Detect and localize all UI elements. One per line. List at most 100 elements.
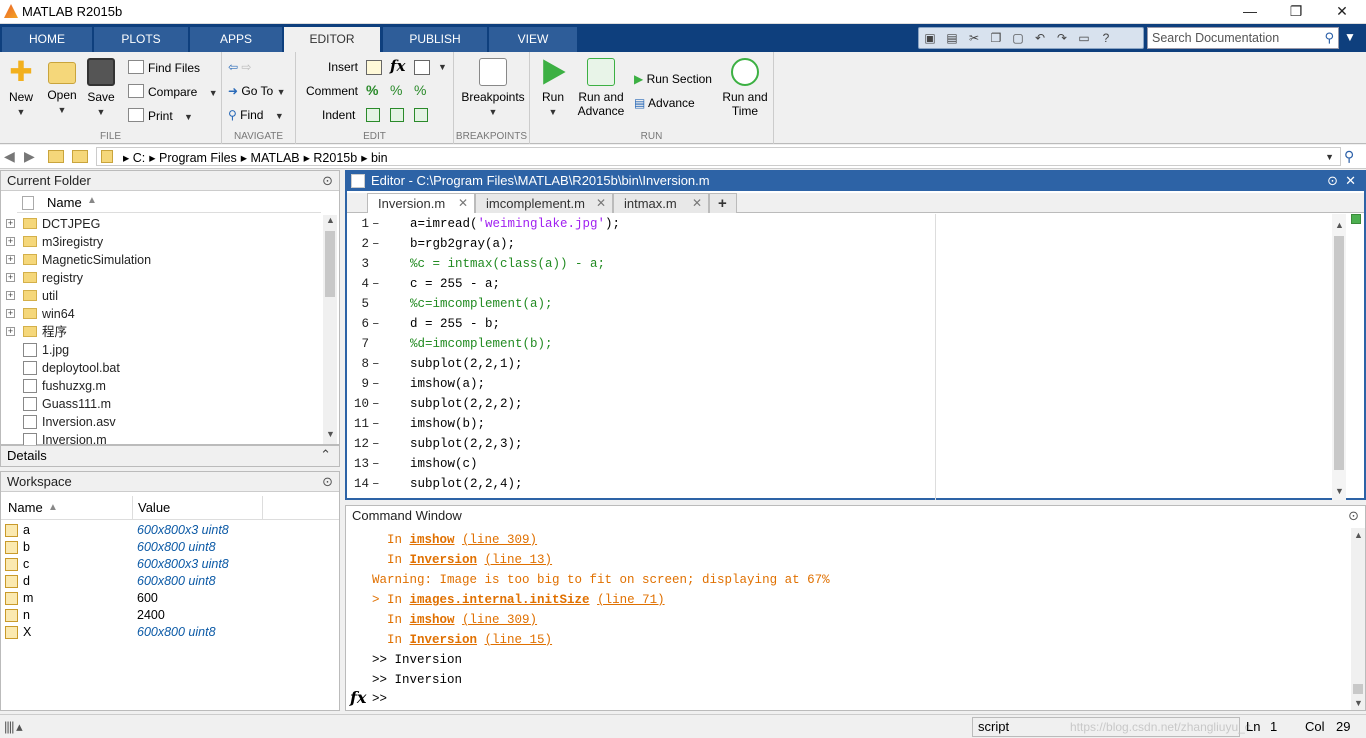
tab-publish[interactable]: PUBLISH bbox=[383, 27, 487, 52]
details-panel[interactable]: Details ⌃ bbox=[0, 445, 340, 467]
breakpoints-button[interactable]: Breakpoints ▼ bbox=[460, 58, 526, 119]
command-prompt[interactable]: >> bbox=[372, 689, 387, 709]
editor-tab-imcomplement[interactable]: imcomplement.m ✕ bbox=[475, 193, 613, 213]
decrease-indent-icon[interactable] bbox=[414, 108, 428, 122]
breakpoint-marker[interactable]: – bbox=[372, 214, 380, 234]
folder-list-item[interactable]: Guass111.m bbox=[1, 395, 321, 413]
new-tab-button[interactable]: + bbox=[709, 193, 737, 213]
breadcrumb-item[interactable]: bin bbox=[371, 151, 388, 165]
panel-menu-icon[interactable]: ⊙ bbox=[322, 173, 333, 189]
breakpoint-marker[interactable]: – bbox=[372, 354, 380, 374]
close-icon[interactable]: ✕ bbox=[1345, 173, 1356, 189]
output-link[interactable]: (line 13) bbox=[485, 553, 553, 567]
comment-percent-icon[interactable]: % bbox=[366, 82, 378, 98]
expand-icon[interactable]: + bbox=[6, 255, 15, 264]
insert-section-icon[interactable] bbox=[366, 60, 382, 75]
close-tab-icon[interactable]: ✕ bbox=[458, 194, 468, 213]
code-line[interactable]: 14– subplot(2,2,4); bbox=[347, 474, 1332, 494]
breakpoint-marker[interactable]: – bbox=[372, 274, 380, 294]
breadcrumb-item[interactable]: R2015b bbox=[313, 151, 357, 165]
scrollbar-thumb[interactable] bbox=[1334, 236, 1344, 470]
back-icon[interactable]: ◀ bbox=[4, 148, 15, 165]
folder-list-item[interactable]: + DCTJPEG bbox=[1, 215, 321, 233]
column-name[interactable]: Name bbox=[8, 500, 43, 515]
expand-icon[interactable]: ⌃ bbox=[320, 447, 331, 463]
workspace-row[interactable]: a 600x800x3 uint8 bbox=[1, 522, 339, 539]
command-scrollbar[interactable]: ▲ ▼ bbox=[1351, 528, 1365, 710]
redo-icon[interactable]: ↷ bbox=[1052, 29, 1072, 47]
increase-indent-icon[interactable] bbox=[390, 108, 404, 122]
output-link[interactable]: images.internal.initSize bbox=[410, 593, 590, 607]
code-line[interactable]: 9– imshow(a); bbox=[347, 374, 1332, 394]
find-button[interactable]: ⚲ Find ▼ bbox=[228, 108, 284, 122]
run-and-time-button[interactable]: Run and Time bbox=[720, 58, 770, 118]
output-link[interactable]: (line 309) bbox=[462, 533, 537, 547]
advance-button[interactable]: ▤ Advance bbox=[634, 96, 695, 110]
code-line[interactable]: 10– subplot(2,2,2); bbox=[347, 394, 1332, 414]
editor-scrollbar[interactable]: ▲ ▼ bbox=[1332, 214, 1346, 500]
panel-menu-icon[interactable]: ⊙ bbox=[1348, 508, 1359, 524]
expand-icon[interactable]: + bbox=[6, 237, 15, 246]
panel-menu-icon[interactable]: ⊙ bbox=[1327, 173, 1338, 189]
smart-indent-icon[interactable] bbox=[366, 108, 380, 122]
code-line[interactable]: 1– a=imread('weiminglake.jpg'); bbox=[347, 214, 1332, 234]
expand-icon[interactable]: + bbox=[6, 327, 15, 336]
tab-apps[interactable]: APPS bbox=[190, 27, 282, 52]
folder-list-item[interactable]: + m3iregistry bbox=[1, 233, 321, 251]
breakpoint-marker[interactable]: – bbox=[372, 414, 380, 434]
close-window-button[interactable]: ✕ bbox=[1319, 0, 1365, 24]
breakpoint-marker[interactable]: – bbox=[372, 474, 380, 494]
run-button[interactable]: Run ▼ bbox=[536, 58, 570, 119]
tab-plots[interactable]: PLOTS bbox=[94, 27, 188, 52]
workspace-row[interactable]: c 600x800x3 uint8 bbox=[1, 556, 339, 573]
scroll-up-icon[interactable]: ▲ bbox=[1354, 530, 1363, 540]
folder-list-item[interactable]: + win64 bbox=[1, 305, 321, 323]
folder-list-item[interactable]: deploytool.bat bbox=[1, 359, 321, 377]
breakpoint-marker[interactable]: – bbox=[372, 234, 380, 254]
breadcrumb-item[interactable]: MATLAB bbox=[251, 151, 300, 165]
breadcrumb-item[interactable]: C: bbox=[133, 151, 146, 165]
code-analyzer-status-icon[interactable] bbox=[1351, 214, 1361, 224]
tab-editor[interactable]: EDITOR bbox=[284, 27, 380, 52]
folder-list-item[interactable]: + registry bbox=[1, 269, 321, 287]
chevron-down-icon[interactable]: ▼ bbox=[1325, 152, 1334, 162]
up-folder-icon[interactable] bbox=[48, 150, 64, 163]
workspace-row[interactable]: b 600x800 uint8 bbox=[1, 539, 339, 556]
ribbon-collapse-icon[interactable]: ▼ bbox=[1344, 30, 1356, 44]
folder-list-item[interactable]: + 程序 bbox=[1, 323, 321, 341]
code-line[interactable]: 7 %d=imcomplement(b); bbox=[347, 334, 1332, 354]
copy-icon[interactable]: ❐ bbox=[986, 29, 1006, 47]
output-link[interactable]: Inversion bbox=[410, 633, 478, 647]
search-folder-icon[interactable]: ⚲ bbox=[1344, 148, 1354, 165]
compare-button[interactable]: Compare ▼ bbox=[128, 84, 218, 99]
folder-list-item[interactable]: + util bbox=[1, 287, 321, 305]
paste-icon[interactable]: ▢ bbox=[1008, 29, 1028, 47]
scrollbar-thumb[interactable] bbox=[325, 231, 335, 297]
scroll-up-icon[interactable]: ▲ bbox=[1335, 220, 1344, 230]
code-line[interactable]: 11– imshow(b); bbox=[347, 414, 1332, 434]
cut-icon[interactable]: ✂ bbox=[964, 29, 984, 47]
folder-list-item[interactable]: fushuzxg.m bbox=[1, 377, 321, 395]
folder-list-item[interactable]: 1.jpg bbox=[1, 341, 321, 359]
run-section-button[interactable]: ▶ Run Section bbox=[634, 72, 712, 86]
new-icon[interactable]: ▣ bbox=[920, 29, 940, 47]
folder-scrollbar[interactable]: ▲ ▼ bbox=[323, 215, 337, 444]
wrap-comments-icon[interactable]: % bbox=[414, 82, 426, 98]
tab-home[interactable]: HOME bbox=[2, 27, 92, 52]
scroll-down-icon[interactable]: ▼ bbox=[1354, 698, 1363, 708]
save-button[interactable]: Save ▼ bbox=[84, 58, 118, 119]
workspace-row[interactable]: X 600x800 uint8 bbox=[1, 624, 339, 641]
insert-button[interactable]: Insert bbox=[328, 60, 358, 74]
breakpoint-marker[interactable]: – bbox=[372, 394, 380, 414]
editor-tab-inversion[interactable]: Inversion.m ✕ bbox=[367, 193, 475, 213]
fx-icon[interactable]: fx bbox=[350, 688, 366, 707]
comment-button[interactable]: Comment bbox=[306, 84, 358, 98]
help-icon[interactable]: ? bbox=[1096, 29, 1116, 47]
chevron-down-icon[interactable]: ▼ bbox=[438, 62, 447, 72]
code-line[interactable]: 2– b=rgb2gray(a); bbox=[347, 234, 1332, 254]
code-area[interactable]: 1– a=imread('weiminglake.jpg'); 2– b=rgb2gr… bbox=[347, 214, 1332, 500]
code-line[interactable]: 6– d = 255 - b; bbox=[347, 314, 1332, 334]
insert-function-icon[interactable] bbox=[414, 60, 430, 75]
code-line[interactable]: 4– c = 255 - a; bbox=[347, 274, 1332, 294]
go-to-button[interactable]: ➜ Go To ▼ bbox=[228, 84, 285, 98]
